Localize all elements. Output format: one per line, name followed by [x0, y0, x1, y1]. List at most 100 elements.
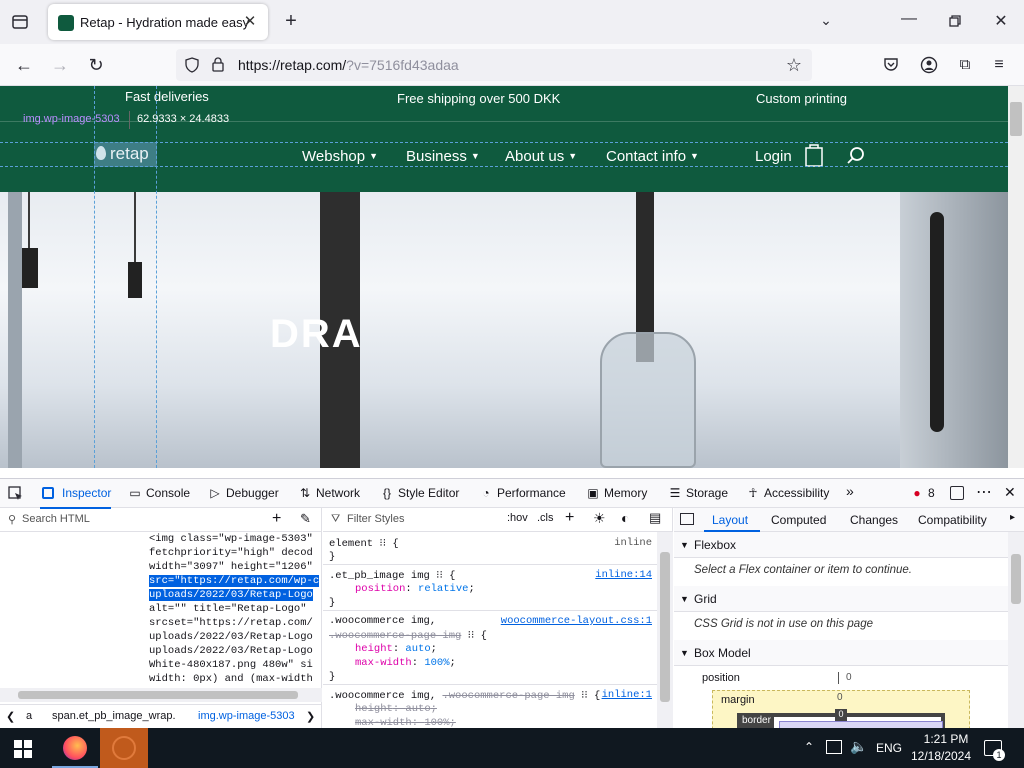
close-window-icon[interactable]: ✕ [990, 11, 1012, 33]
chevron-right-icon[interactable]: ▸ [1010, 512, 1015, 523]
css-declaration[interactable]: position: relative; [355, 583, 475, 595]
tab-memory[interactable]: ▣ Memory [586, 486, 647, 500]
bookmark-star-icon[interactable]: ☆ [784, 55, 804, 75]
add-node-icon[interactable]: + [272, 510, 281, 528]
taskbar-firefox[interactable] [52, 728, 98, 768]
new-tab-icon[interactable]: + [280, 10, 302, 32]
rule-source-link[interactable]: inline:14 [595, 569, 652, 581]
lock-icon[interactable] [210, 56, 226, 72]
markup-line[interactable]: <img class="wp-image-5303" [149, 533, 313, 545]
hover-states-button[interactable]: :hov [507, 512, 528, 524]
css-declaration[interactable]: height: auto; [355, 643, 437, 655]
markup-hscrollbar[interactable] [0, 688, 322, 702]
tray-overflow-icon[interactable]: ⌃ [804, 740, 814, 754]
classes-button[interactable]: .cls [537, 512, 554, 524]
devtools-options-icon[interactable]: ⋯ [976, 482, 992, 502]
network-tray-icon[interactable] [826, 740, 842, 754]
page-scrollbar-thumb[interactable] [1010, 102, 1022, 136]
markup-hscroll-thumb[interactable] [18, 691, 298, 699]
reload-icon[interactable]: ↻ [82, 51, 110, 79]
margin-box[interactable]: margin 0 border 0 [712, 690, 970, 729]
tab-performance[interactable]: ◔ Performance [479, 486, 565, 500]
windows-start-icon[interactable] [14, 740, 32, 758]
more-tools-icon[interactable]: » [846, 483, 854, 499]
retap-logo[interactable]: retap [94, 142, 157, 167]
rules-scrollbar[interactable] [657, 532, 673, 729]
add-rule-icon[interactable]: + [565, 509, 574, 527]
clock-time[interactable]: 1:21 PM [918, 732, 974, 746]
rule-selector[interactable]: .woocommerce-page img ⁝⁝ { [329, 629, 487, 642]
markup-line[interactable]: width="3097" height="1206" [149, 561, 313, 573]
error-counter[interactable]: ● 8 [910, 486, 934, 500]
forward-icon[interactable]: → [46, 51, 74, 79]
menu-icon[interactable]: ≡ [990, 56, 1008, 74]
tab-computed[interactable]: Computed [771, 513, 826, 527]
notifications-icon[interactable]: 1 [984, 740, 1005, 761]
boxmodel-section-header[interactable]: ▼ Box Model [674, 640, 1008, 666]
position-value[interactable]: 0 [846, 672, 852, 683]
rules-scroll-thumb[interactable] [660, 552, 670, 702]
tab-inspector[interactable]: Inspector [39, 486, 112, 509]
dock-side-icon[interactable] [950, 486, 964, 500]
dark-scheme-icon[interactable]: ◐ [621, 510, 629, 526]
markup-line[interactable]: alt="" title="Retap-Logo" [149, 603, 307, 615]
light-scheme-icon[interactable]: ☀ [593, 510, 606, 527]
tab-console[interactable]: ▭ Console [128, 486, 190, 500]
page-scrollbar[interactable] [1008, 86, 1024, 468]
css-declaration-overridden[interactable]: height: auto; [355, 703, 437, 715]
clock-date[interactable]: 12/18/2024 [908, 749, 974, 763]
layout-scroll-thumb[interactable] [1011, 554, 1021, 604]
layout-scrollbar[interactable] [1008, 532, 1024, 729]
extensions-icon[interactable]: ⧉ [956, 56, 974, 74]
tab-changes[interactable]: Changes [850, 513, 898, 527]
eyedropper-icon[interactable]: ✎ [300, 511, 311, 527]
markup-line-selected[interactable]: src="https://retap.com/wp-c [149, 575, 320, 587]
tab-list-icon[interactable] [10, 12, 30, 32]
rule-selector[interactable]: .woocommerce img, .woocommerce-page img … [329, 689, 600, 702]
markup-line[interactable]: srcset="https://retap.com/ [149, 617, 313, 629]
minimize-icon[interactable]: — [898, 10, 920, 32]
markup-line[interactable]: uploads/2022/03/Retap-Logo [149, 645, 313, 657]
account-icon[interactable] [920, 56, 938, 74]
volume-muted-icon[interactable]: 🔈 [850, 738, 867, 755]
tab-compatibility[interactable]: Compatibility [918, 513, 987, 527]
rule-source-link[interactable]: woocommerce-layout.css:1 [501, 615, 652, 627]
search-icon[interactable] [846, 146, 866, 166]
taskbar-app[interactable] [100, 728, 148, 768]
breadcrumb-forward-icon[interactable]: ❯ [306, 710, 315, 723]
tab-network[interactable]: ⇅ Network [298, 486, 360, 500]
tab-accessibility[interactable]: ☥ Accessibility [746, 486, 830, 500]
tab-layout[interactable]: Layout [712, 513, 748, 527]
markup-line[interactable]: White-480x187.png 480w" si [149, 659, 313, 671]
back-icon[interactable]: ← [10, 51, 38, 79]
url-bar[interactable]: https://retap.com/?v=7516fd43adaa ☆ [176, 49, 812, 81]
close-tab-icon[interactable]: ✕ [240, 12, 260, 32]
tab-debugger[interactable]: ▷ Debugger [208, 486, 278, 500]
browser-tab[interactable]: Retap - Hydration made easy ✕ [48, 4, 268, 40]
border-box[interactable]: border 0 [737, 709, 945, 729]
cart-icon[interactable] [804, 142, 824, 168]
toggle-sidebar-icon[interactable] [680, 513, 694, 525]
rule-selector[interactable]: .et_pb_image img ⁝⁝ { [329, 569, 455, 582]
breadcrumb-back-icon[interactable]: ❮ [6, 710, 15, 723]
margin-value[interactable]: 0 [837, 692, 843, 703]
restore-icon[interactable] [946, 12, 964, 30]
nav-webshop[interactable]: Webshop ▼ [302, 148, 378, 165]
list-all-tabs-icon[interactable]: ⌄ [816, 12, 836, 32]
breadcrumb-item[interactable]: a [26, 710, 32, 722]
tab-style-editor[interactable]: {} Style Editor [380, 486, 459, 500]
url-text[interactable]: https://retap.com/?v=7516fd43adaa [238, 57, 459, 73]
rule-source-link[interactable]: inline:1 [602, 689, 652, 701]
search-html-input[interactable]: Search HTML [22, 513, 262, 527]
breadcrumb-item[interactable]: span.et_pb_image_wrap. [52, 710, 176, 722]
tab-storage[interactable]: ☰ Storage [668, 486, 728, 500]
filter-styles-input[interactable]: Filter Styles [347, 513, 404, 525]
close-devtools-icon[interactable]: ✕ [1004, 484, 1016, 501]
pocket-icon[interactable] [882, 56, 900, 74]
nav-business[interactable]: Business ▼ [406, 148, 480, 165]
language-indicator[interactable]: ENG [876, 741, 902, 755]
markup-line-selected[interactable]: uploads/2022/03/Retap-Logo [149, 589, 313, 601]
flexbox-section-header[interactable]: ▼ Flexbox [674, 532, 1008, 558]
nav-contact-info[interactable]: Contact info ▼ [606, 148, 699, 165]
markup-line[interactable]: width: 0px) and (max-width [149, 673, 313, 685]
